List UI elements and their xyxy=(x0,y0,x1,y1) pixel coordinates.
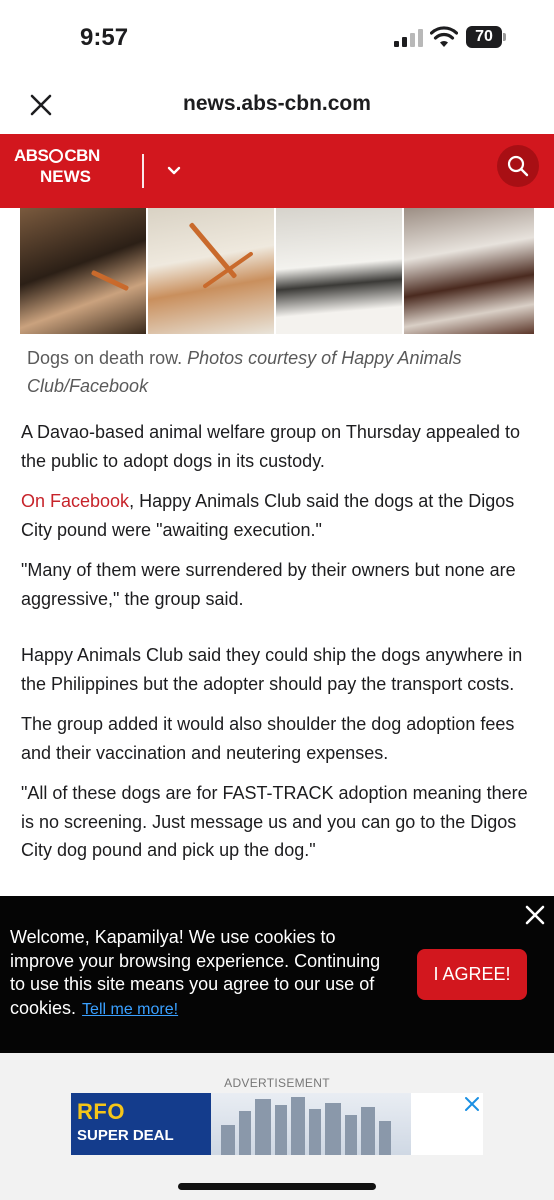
article-paragraph: Happy Animals Club said they could ship … xyxy=(21,645,523,694)
home-indicator xyxy=(178,1183,376,1190)
site-header: ABS CBN NEWS xyxy=(0,134,554,208)
article-paragraph: "Many of them were surrendered by their … xyxy=(21,560,516,609)
battery-icon: 70 xyxy=(466,26,506,48)
dog-photo-2 xyxy=(148,208,274,334)
abs-cbn-news-logo[interactable]: ABS CBN NEWS xyxy=(14,146,126,196)
ad-brand-panel: RFO SUPER DEAL xyxy=(71,1093,211,1155)
agree-button[interactable]: I AGREE! xyxy=(417,949,527,1000)
ad-area: ADVERTISEMENT RFO SUPER DEAL xyxy=(0,1053,554,1200)
header-divider xyxy=(142,154,144,188)
ad-buildings-image xyxy=(211,1093,411,1155)
ad-tagline: SUPER DEAL xyxy=(77,1127,174,1144)
article-paragraph: On Facebook, Happy Animals Club said the… xyxy=(21,487,536,544)
ad-brand: RFO xyxy=(77,1099,125,1124)
cookie-message-text: Welcome, Kapamilya! We use cookies to im… xyxy=(10,927,381,1018)
dog-photo-3 xyxy=(276,208,402,334)
status-bar: 9:57 70 xyxy=(0,0,554,72)
chevron-down-icon[interactable] xyxy=(162,160,186,182)
search-icon xyxy=(507,155,529,177)
tell-me-more-link[interactable]: Tell me more! xyxy=(82,1001,178,1018)
search-button[interactable] xyxy=(497,145,539,187)
dog-photo-4 xyxy=(404,208,534,334)
cookie-banner: Welcome, Kapamilya! We use cookies to im… xyxy=(0,896,554,1053)
dog-photo-1 xyxy=(20,208,146,334)
cellular-signal-icon xyxy=(394,29,424,47)
article-paragraph: "All of these dogs are for FAST-TRACK ad… xyxy=(21,783,528,860)
status-time: 9:57 xyxy=(80,24,129,51)
wifi-icon xyxy=(430,26,458,47)
article-body: A Davao-based animal welfare group on Th… xyxy=(21,418,536,865)
caption-text: Dogs on death row. xyxy=(27,348,188,368)
ad-banner[interactable]: RFO SUPER DEAL xyxy=(71,1093,483,1155)
logo-text-cbn: CBN xyxy=(64,146,100,165)
article-paragraph: The group added it would also shoulder t… xyxy=(21,714,515,763)
battery-level: 70 xyxy=(466,26,502,48)
article-paragraph: A Davao-based animal welfare group on Th… xyxy=(21,422,520,471)
browser-bar: news.abs-cbn.com xyxy=(0,72,554,134)
article-photo xyxy=(20,208,534,334)
close-icon[interactable] xyxy=(524,904,546,926)
url-label: news.abs-cbn.com xyxy=(183,92,371,115)
photo-caption: Dogs on death row. Photos courtesy of Ha… xyxy=(27,344,527,400)
cookie-message: Welcome, Kapamilya! We use cookies to im… xyxy=(10,926,400,1021)
logo-text-news: NEWS xyxy=(40,167,91,186)
logo-mark-icon xyxy=(49,149,64,163)
ad-close-icon[interactable] xyxy=(464,1096,480,1112)
logo-text-abs: ABS xyxy=(14,146,49,165)
facebook-link[interactable]: On Facebook xyxy=(21,491,129,511)
ad-label: ADVERTISEMENT xyxy=(224,1076,330,1090)
